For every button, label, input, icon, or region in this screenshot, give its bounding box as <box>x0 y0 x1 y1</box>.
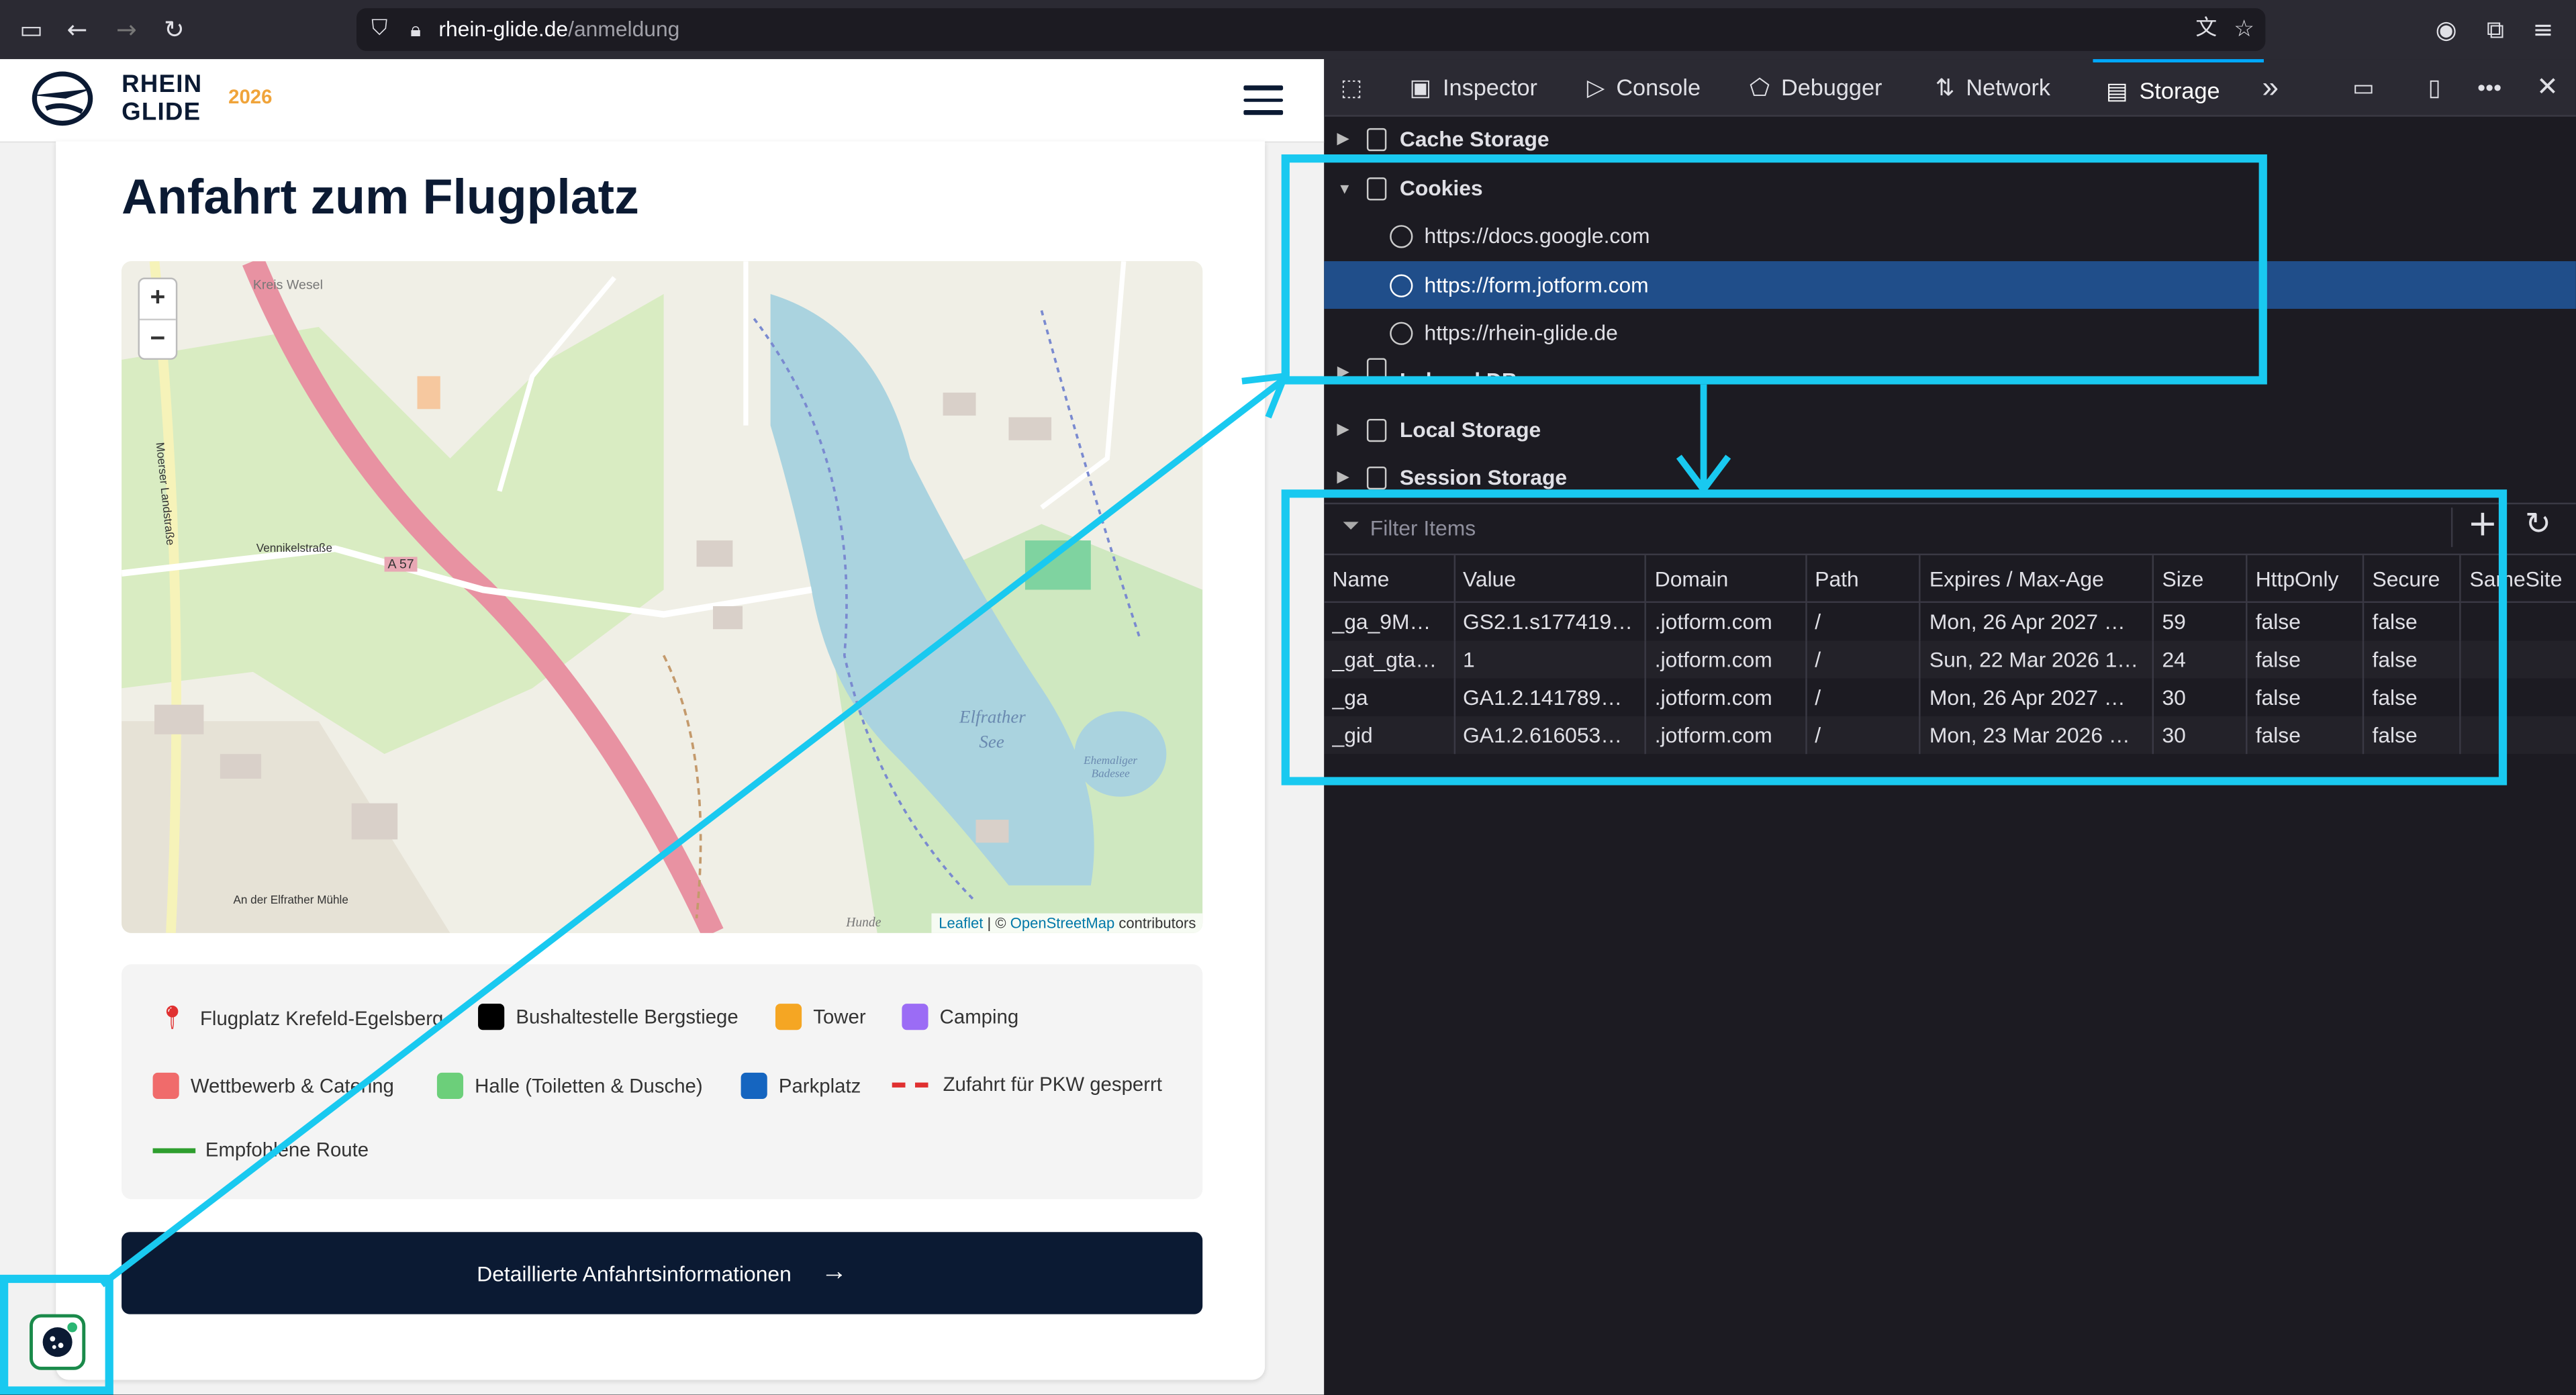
screenshot-stage: ▭ ← → ↻ ⛉ 🔒︎ rhein-glide.de/anmeldung 文 … <box>0 0 2576 1395</box>
arrow-line-to-cookies <box>99 378 1284 1288</box>
annotation-arrows <box>99 372 1731 1288</box>
